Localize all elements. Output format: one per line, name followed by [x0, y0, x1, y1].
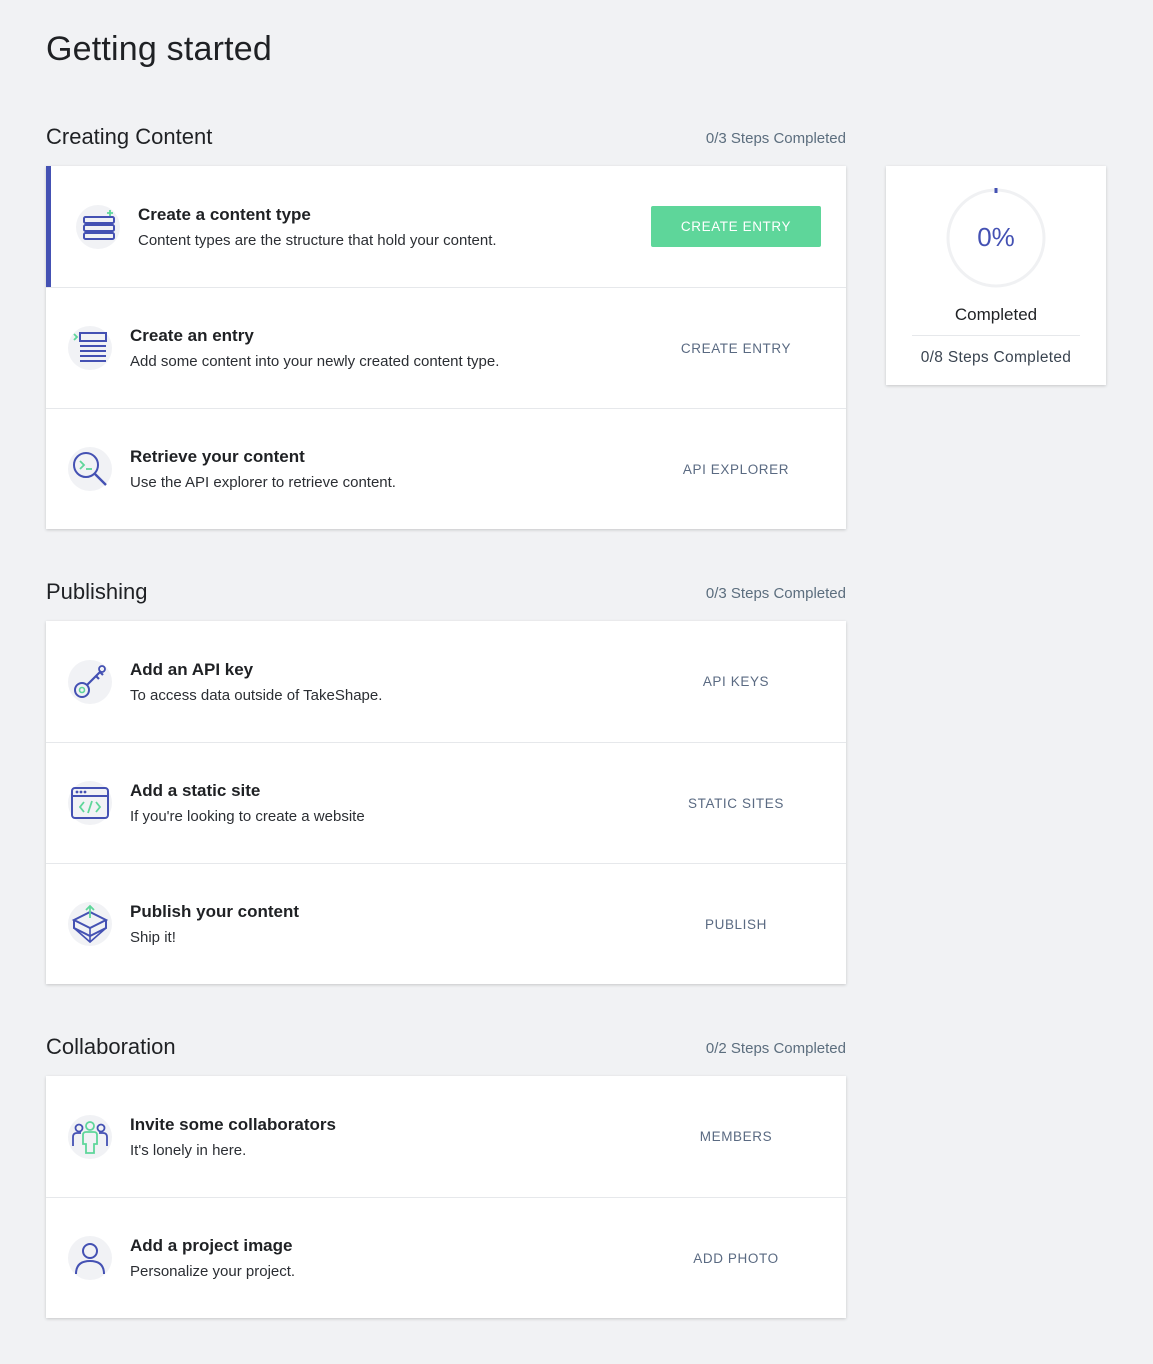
step-row-publish-content: Publish your content Ship it! PUBLISH	[46, 863, 846, 984]
page-title: Getting started	[46, 30, 273, 68]
main-column: Creating Content 0/3 Steps Completed Cre…	[46, 120, 846, 1364]
step-text: Invite some collaborators It's lonely in…	[130, 1115, 651, 1159]
section-progress: 0/3 Steps Completed	[705, 130, 846, 147]
publish-button[interactable]: PUBLISH	[651, 904, 821, 945]
step-row-create-content-type: Create a content type Content types are …	[46, 166, 846, 287]
step-text: Add an API key To access data outside of…	[130, 660, 651, 704]
step-title: Invite some collaborators	[130, 1114, 336, 1134]
section-header: Collaboration 0/2 Steps Completed	[46, 1030, 846, 1060]
step-description: Content types are the structure that hol…	[138, 231, 497, 249]
section-creating-content: Creating Content 0/3 Steps Completed Cre…	[46, 120, 846, 529]
step-title: Create a content type	[138, 204, 311, 224]
progress-percent: 0%	[977, 222, 1015, 252]
section-collaboration: Collaboration 0/2 Steps Completed Invite	[46, 1030, 846, 1318]
total-steps-completed: 0/8 Steps Completed	[920, 349, 1072, 366]
step-title: Create an entry	[130, 326, 254, 345]
content-type-icon	[76, 204, 120, 249]
create-entry-button[interactable]: CREATE ENTRY	[651, 328, 821, 369]
completed-label: Completed	[954, 305, 1038, 324]
progress-ring-start-marker	[994, 188, 998, 193]
step-title: Add a static site	[130, 781, 261, 800]
step-row-retrieve-content: Retrieve your content Use the API explor…	[46, 408, 846, 529]
section-title: Collaboration	[46, 1034, 176, 1059]
section-publishing: Publishing 0/3 Steps Completed Add an AP…	[46, 575, 846, 984]
step-row-invite-collaborators: Invite some collaborators It's lonely in…	[46, 1076, 846, 1197]
summary-divider	[912, 335, 1080, 336]
step-text: Retrieve your content Use the API explor…	[130, 447, 651, 491]
add-photo-button[interactable]: ADD PHOTO	[651, 1238, 821, 1279]
create-content-type-button[interactable]: CREATE ENTRY	[651, 206, 821, 247]
section-title: Creating Content	[46, 124, 213, 149]
steps-card: Add an API key To access data outside of…	[46, 621, 846, 984]
step-title: Add a project image	[130, 1236, 293, 1255]
step-description: Personalize your project.	[130, 1263, 296, 1280]
step-text: Publish your content Ship it!	[130, 902, 651, 946]
browser-code-icon	[68, 781, 112, 825]
progress-summary-card: 0% Completed 0/8 Steps Completed	[886, 166, 1106, 385]
search-terminal-icon	[68, 447, 112, 491]
api-explorer-button[interactable]: API EXPLORER	[651, 449, 821, 490]
step-row-create-entry: Create an entry Add some content into yo…	[46, 287, 846, 408]
user-avatar-icon	[68, 1236, 112, 1280]
key-icon	[68, 659, 112, 704]
step-description: Ship it!	[130, 929, 176, 946]
step-row-add-static-site: Add a static site If you're looking to c…	[46, 742, 846, 863]
members-button[interactable]: MEMBERS	[651, 1116, 821, 1157]
collaborators-icon	[68, 1114, 112, 1159]
step-title: Add an API key	[130, 659, 254, 679]
step-description: It's lonely in here.	[130, 1141, 247, 1159]
api-keys-button[interactable]: API KEYS	[651, 661, 821, 702]
section-title: Publishing	[46, 579, 148, 604]
section-progress: 0/3 Steps Completed	[705, 585, 846, 602]
entry-list-icon	[68, 326, 112, 370]
static-sites-button[interactable]: STATIC SITES	[651, 783, 821, 824]
section-progress: 0/2 Steps Completed	[705, 1040, 846, 1057]
step-text: Create an entry Add some content into yo…	[130, 326, 651, 370]
step-row-add-project-image: Add a project image Personalize your pro…	[46, 1197, 846, 1318]
section-header: Creating Content 0/3 Steps Completed	[46, 120, 846, 150]
step-description: Add some content into your newly created…	[130, 353, 500, 370]
step-text: Add a project image Personalize your pro…	[130, 1236, 651, 1280]
step-text: Create a content type Content types are …	[138, 205, 651, 249]
step-text: Add a static site If you're looking to c…	[130, 781, 651, 825]
steps-card: Create a content type Content types are …	[46, 166, 846, 529]
steps-card: Invite some collaborators It's lonely in…	[46, 1076, 846, 1318]
step-title: Publish your content	[130, 902, 300, 921]
step-row-add-api-key: Add an API key To access data outside of…	[46, 621, 846, 742]
step-description: To access data outside of TakeShape.	[130, 686, 383, 704]
step-description: If you're looking to create a website	[130, 808, 365, 825]
step-title: Retrieve your content	[130, 447, 305, 466]
section-header: Publishing 0/3 Steps Completed	[46, 575, 846, 605]
publish-box-icon	[68, 902, 112, 946]
step-description: Use the API explorer to retrieve content…	[130, 474, 396, 491]
